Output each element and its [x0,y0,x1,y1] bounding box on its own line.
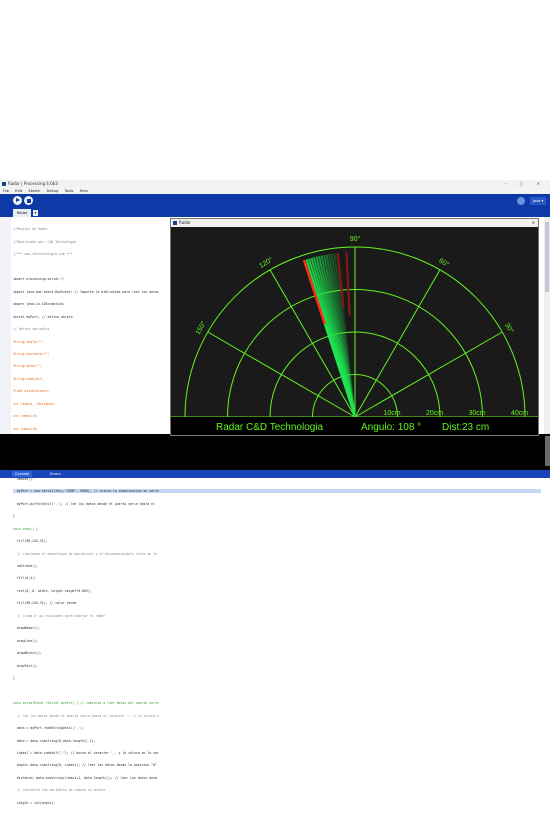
radar-title-bar: Radar ✕ [171,219,538,227]
console-tab-label: Console [15,472,30,476]
run-button[interactable] [13,196,22,205]
code-line: rect(0, 0, width, height-height*0.065); [13,588,92,593]
play-icon [16,198,20,202]
distance-readout: Dist:23 cm [442,422,489,433]
line-gutter [0,217,11,434]
code-line: } [13,514,15,519]
angle-label-150: 150° [194,320,208,337]
radar-sketch-window: Radar ✕ 10cm 20cm 30cm 40cm 30° 60° 90° 120° 15… [170,218,539,436]
ide-window-title: Radar | Processing 4.0b3 [8,181,58,186]
code-line: void serialEvent (Serial myPort) { // co… [13,701,159,706]
code-line: myPort.bufferUntil('.'); // lee los dato… [13,501,156,506]
angle-label-60: 60° [437,257,450,269]
brand-label: Radar C&D Technologia [216,422,324,433]
ide-title-bar: Radar | Processing 4.0b3 – ▢ ✕ [0,180,550,188]
menu-sketch[interactable]: Sketch [28,189,40,193]
code-line: drawRadar(); [13,626,40,631]
code-line: fill(98,245,31); // color verde [13,601,77,606]
ring-label-4: 40cm [511,410,528,417]
processing-app-icon [2,182,6,186]
ring-labels: 10cm 20cm 30cm 40cm [384,410,529,417]
code-line: fill(0,4); [13,576,37,581]
tab-bar: Radar ▾ [0,208,550,217]
tab-radar[interactable]: Radar [13,209,31,217]
angle-readout: Angulo: 108 ° [361,422,421,433]
code-line: fill(98,245,31); [13,539,48,544]
code-line: data = myPort.readStringUntil('.'); [13,726,85,731]
close-icon[interactable]: ✕ [532,219,535,227]
code-line: index1 = data.indexOf(","); // busca el … [13,751,159,755]
scrollbar-thumb[interactable] [545,222,549,292]
code-line: myPort = new Serial(this,"COM5", 9600); … [13,489,541,494]
code-line: // lee los datos desde el puerto serie h… [13,713,159,718]
ide-toolbar: Java ▾ [0,194,550,208]
object-segment-previous [345,252,351,316]
console-tab[interactable]: Console [12,471,33,477]
menu-tools[interactable]: Tools [65,189,74,193]
console-scrollbar[interactable] [545,436,550,466]
code-line: // convierte las variables de cadena en … [13,788,106,793]
stop-icon [26,198,31,203]
errors-tab-label: Errors [50,472,61,476]
mode-select[interactable]: Java ▾ [530,197,546,205]
menu-help[interactable]: Help [80,189,88,193]
code-line: iAngle = int(angle); [13,800,56,805]
code-line: drawLine(); [13,638,38,643]
menu-file[interactable]: File [3,189,9,193]
code-line: data = data.substring(0,data.length()-1)… [13,738,96,743]
ring-label-3: 30cm [469,410,486,417]
menu-edit[interactable]: Edit [15,189,22,193]
debug-button[interactable] [517,197,525,205]
window-controls[interactable]: – ▢ ✕ [504,180,546,188]
tab-menu-button[interactable]: ▾ [33,210,38,216]
errors-tab[interactable]: Errors [47,471,64,477]
code-line: noStroke(); [13,563,38,568]
code-line: void draw() { [13,526,38,531]
angle-label-90: 90° [350,235,361,243]
code-line: // llama a las funciones para dibujar el… [13,613,106,618]
ring-label-1: 10cm [384,410,401,417]
angle-label-120: 120° [258,256,275,270]
console-panel [0,434,550,470]
radar-spoke-60 [354,269,441,418]
code-line: } [13,676,15,681]
code-line: angle= data.substring(0, index1); // lee… [13,763,157,768]
code-line: drawText(); [13,663,38,668]
code-line: drawObject(); [13,651,42,656]
ring-label-2: 20cm [426,410,443,417]
radar-window-title: Radar [179,220,191,225]
processing-app-icon [173,221,177,225]
radar-grid [171,246,538,418]
code-line: distance= data.substring(index1+1, data.… [13,775,157,780]
radar-spoke-30 [354,331,503,418]
menu-debug[interactable]: Debug [47,189,59,193]
status-tab-bar: Console Errors [0,470,550,478]
editor-scrollbar[interactable] [544,217,550,434]
code-line: // simulando el desenfoque de movimiento… [13,551,157,556]
angle-label-30: 30° [503,321,515,334]
stop-button[interactable] [24,196,33,205]
radar-display: 10cm 20cm 30cm 40cm 30° 60° 90° 120° 150° Radar… [171,235,538,435]
